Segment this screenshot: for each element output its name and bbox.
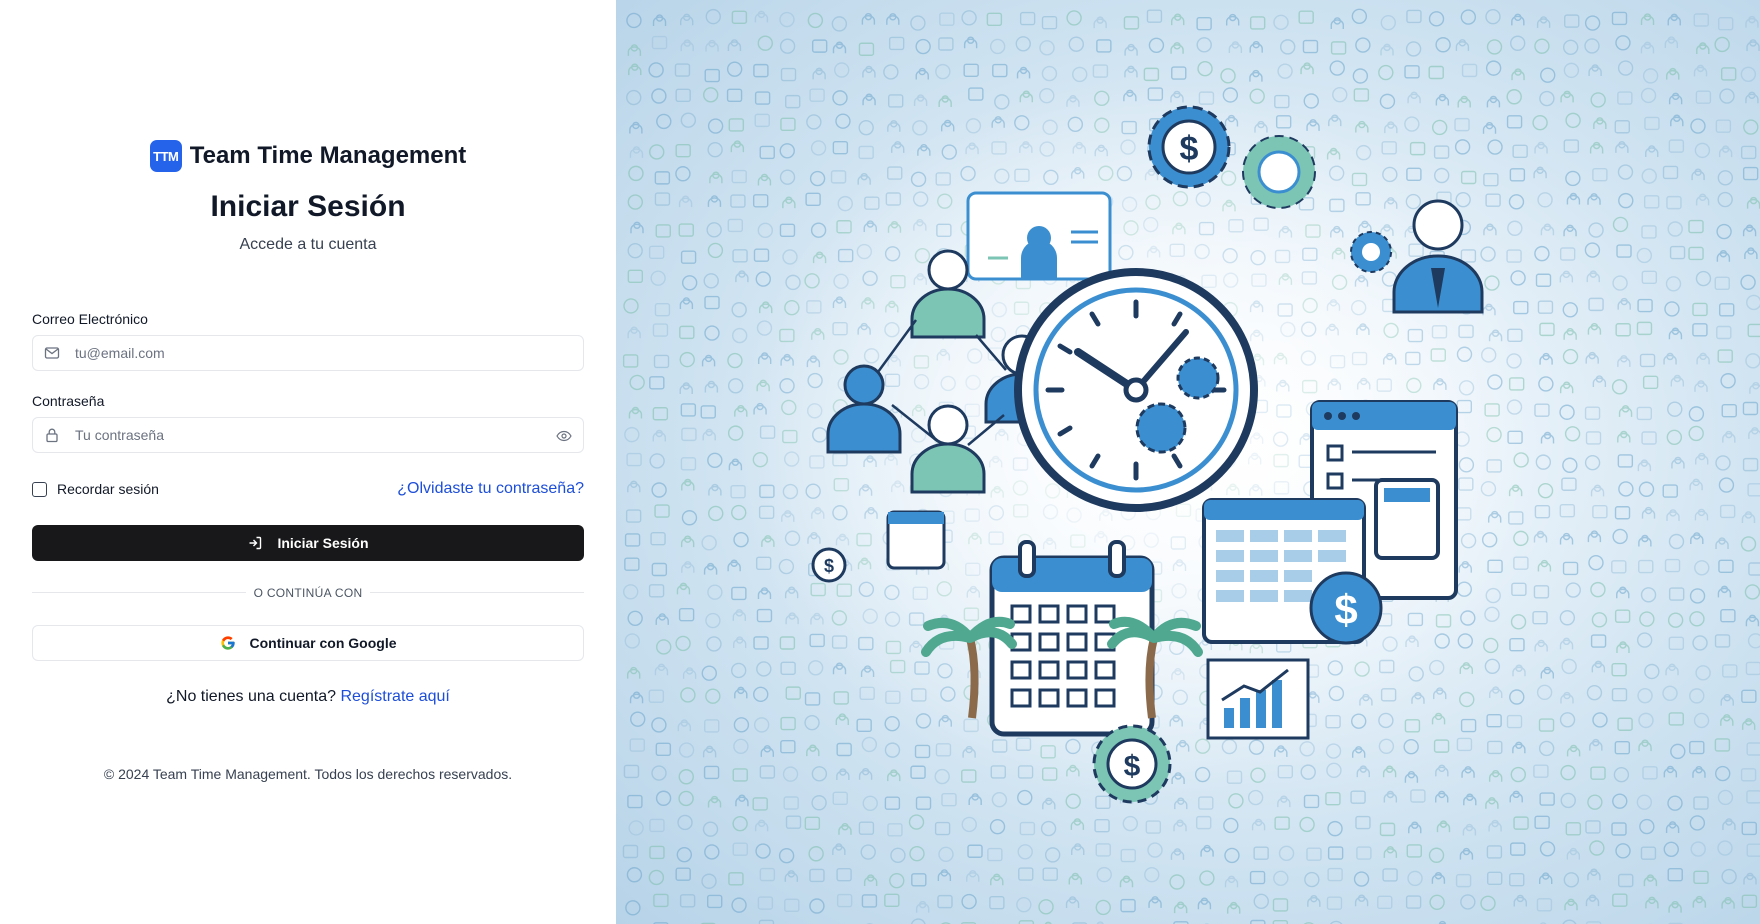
register-link[interactable]: Regístrate aquí: [340, 688, 449, 705]
password-field-wrapper[interactable]: [32, 417, 584, 453]
divider-label: O CONTINÚA CON: [245, 586, 371, 600]
hero-illustration: $ $ $ $: [616, 0, 1760, 924]
register-prompt-text: ¿No tienes una cuenta?: [166, 688, 337, 705]
eye-icon[interactable]: [556, 428, 572, 444]
login-button[interactable]: Iniciar Sesión: [32, 525, 584, 561]
bar-chart-icon: [1206, 658, 1310, 740]
mail-icon: [44, 347, 60, 359]
email-field-wrapper[interactable]: [32, 335, 584, 371]
small-coin-icon: $: [811, 547, 847, 583]
page-subtitle: Accede a tu cuenta: [239, 236, 377, 253]
google-login-button[interactable]: Continuar con Google: [32, 625, 584, 661]
register-prompt: ¿No tienes una cuenta? Regístrate aquí: [0, 688, 616, 706]
footer-copyright: © 2024 Team Time Management. Todos los d…: [103, 766, 513, 782]
svg-text:$: $: [1180, 130, 1199, 168]
small-gear-icon: [1350, 231, 1392, 273]
login-panel: TTM Team Time Management Iniciar Sesión …: [0, 0, 616, 924]
remember-session[interactable]: Recordar sesión: [32, 481, 159, 497]
forgot-password-link[interactable]: ¿Olvidaste tu contraseña?: [397, 480, 584, 498]
remember-checkbox[interactable]: [32, 481, 47, 497]
id-card-icon: [966, 191, 1112, 281]
brand-logo: TTM: [149, 140, 182, 172]
login-button-label: Iniciar Sesión: [277, 535, 369, 551]
lock-icon: [46, 428, 58, 443]
email-label: Correo Electrónico: [32, 311, 148, 327]
clock-icon: [1014, 268, 1258, 512]
email-input[interactable]: [73, 344, 527, 362]
page-title: Iniciar Sesión: [210, 190, 406, 223]
gear-dollar-icon: $: [1092, 724, 1172, 804]
google-icon: [220, 636, 235, 650]
divider: O CONTINÚA CON: [0, 584, 616, 602]
spreadsheet-icon: $: [1202, 498, 1383, 645]
svg-text:$: $: [1124, 750, 1141, 783]
password-input[interactable]: [73, 426, 527, 444]
small-calendar-icon: [886, 510, 946, 570]
remember-label: Recordar sesión: [57, 481, 159, 497]
svg-text:$: $: [1334, 586, 1357, 633]
google-button-label: Continuar con Google: [249, 635, 397, 651]
brand: TTM Team Time Management: [0, 140, 616, 172]
login-page: TTM Team Time Management Iniciar Sesión …: [0, 0, 1760, 924]
svg-text:$: $: [824, 556, 834, 576]
password-label: Contraseña: [32, 393, 105, 409]
brand-name: Team Time Management: [189, 142, 467, 169]
central-illustration: $ $ $ $: [736, 80, 1536, 804]
login-icon: [249, 536, 262, 550]
